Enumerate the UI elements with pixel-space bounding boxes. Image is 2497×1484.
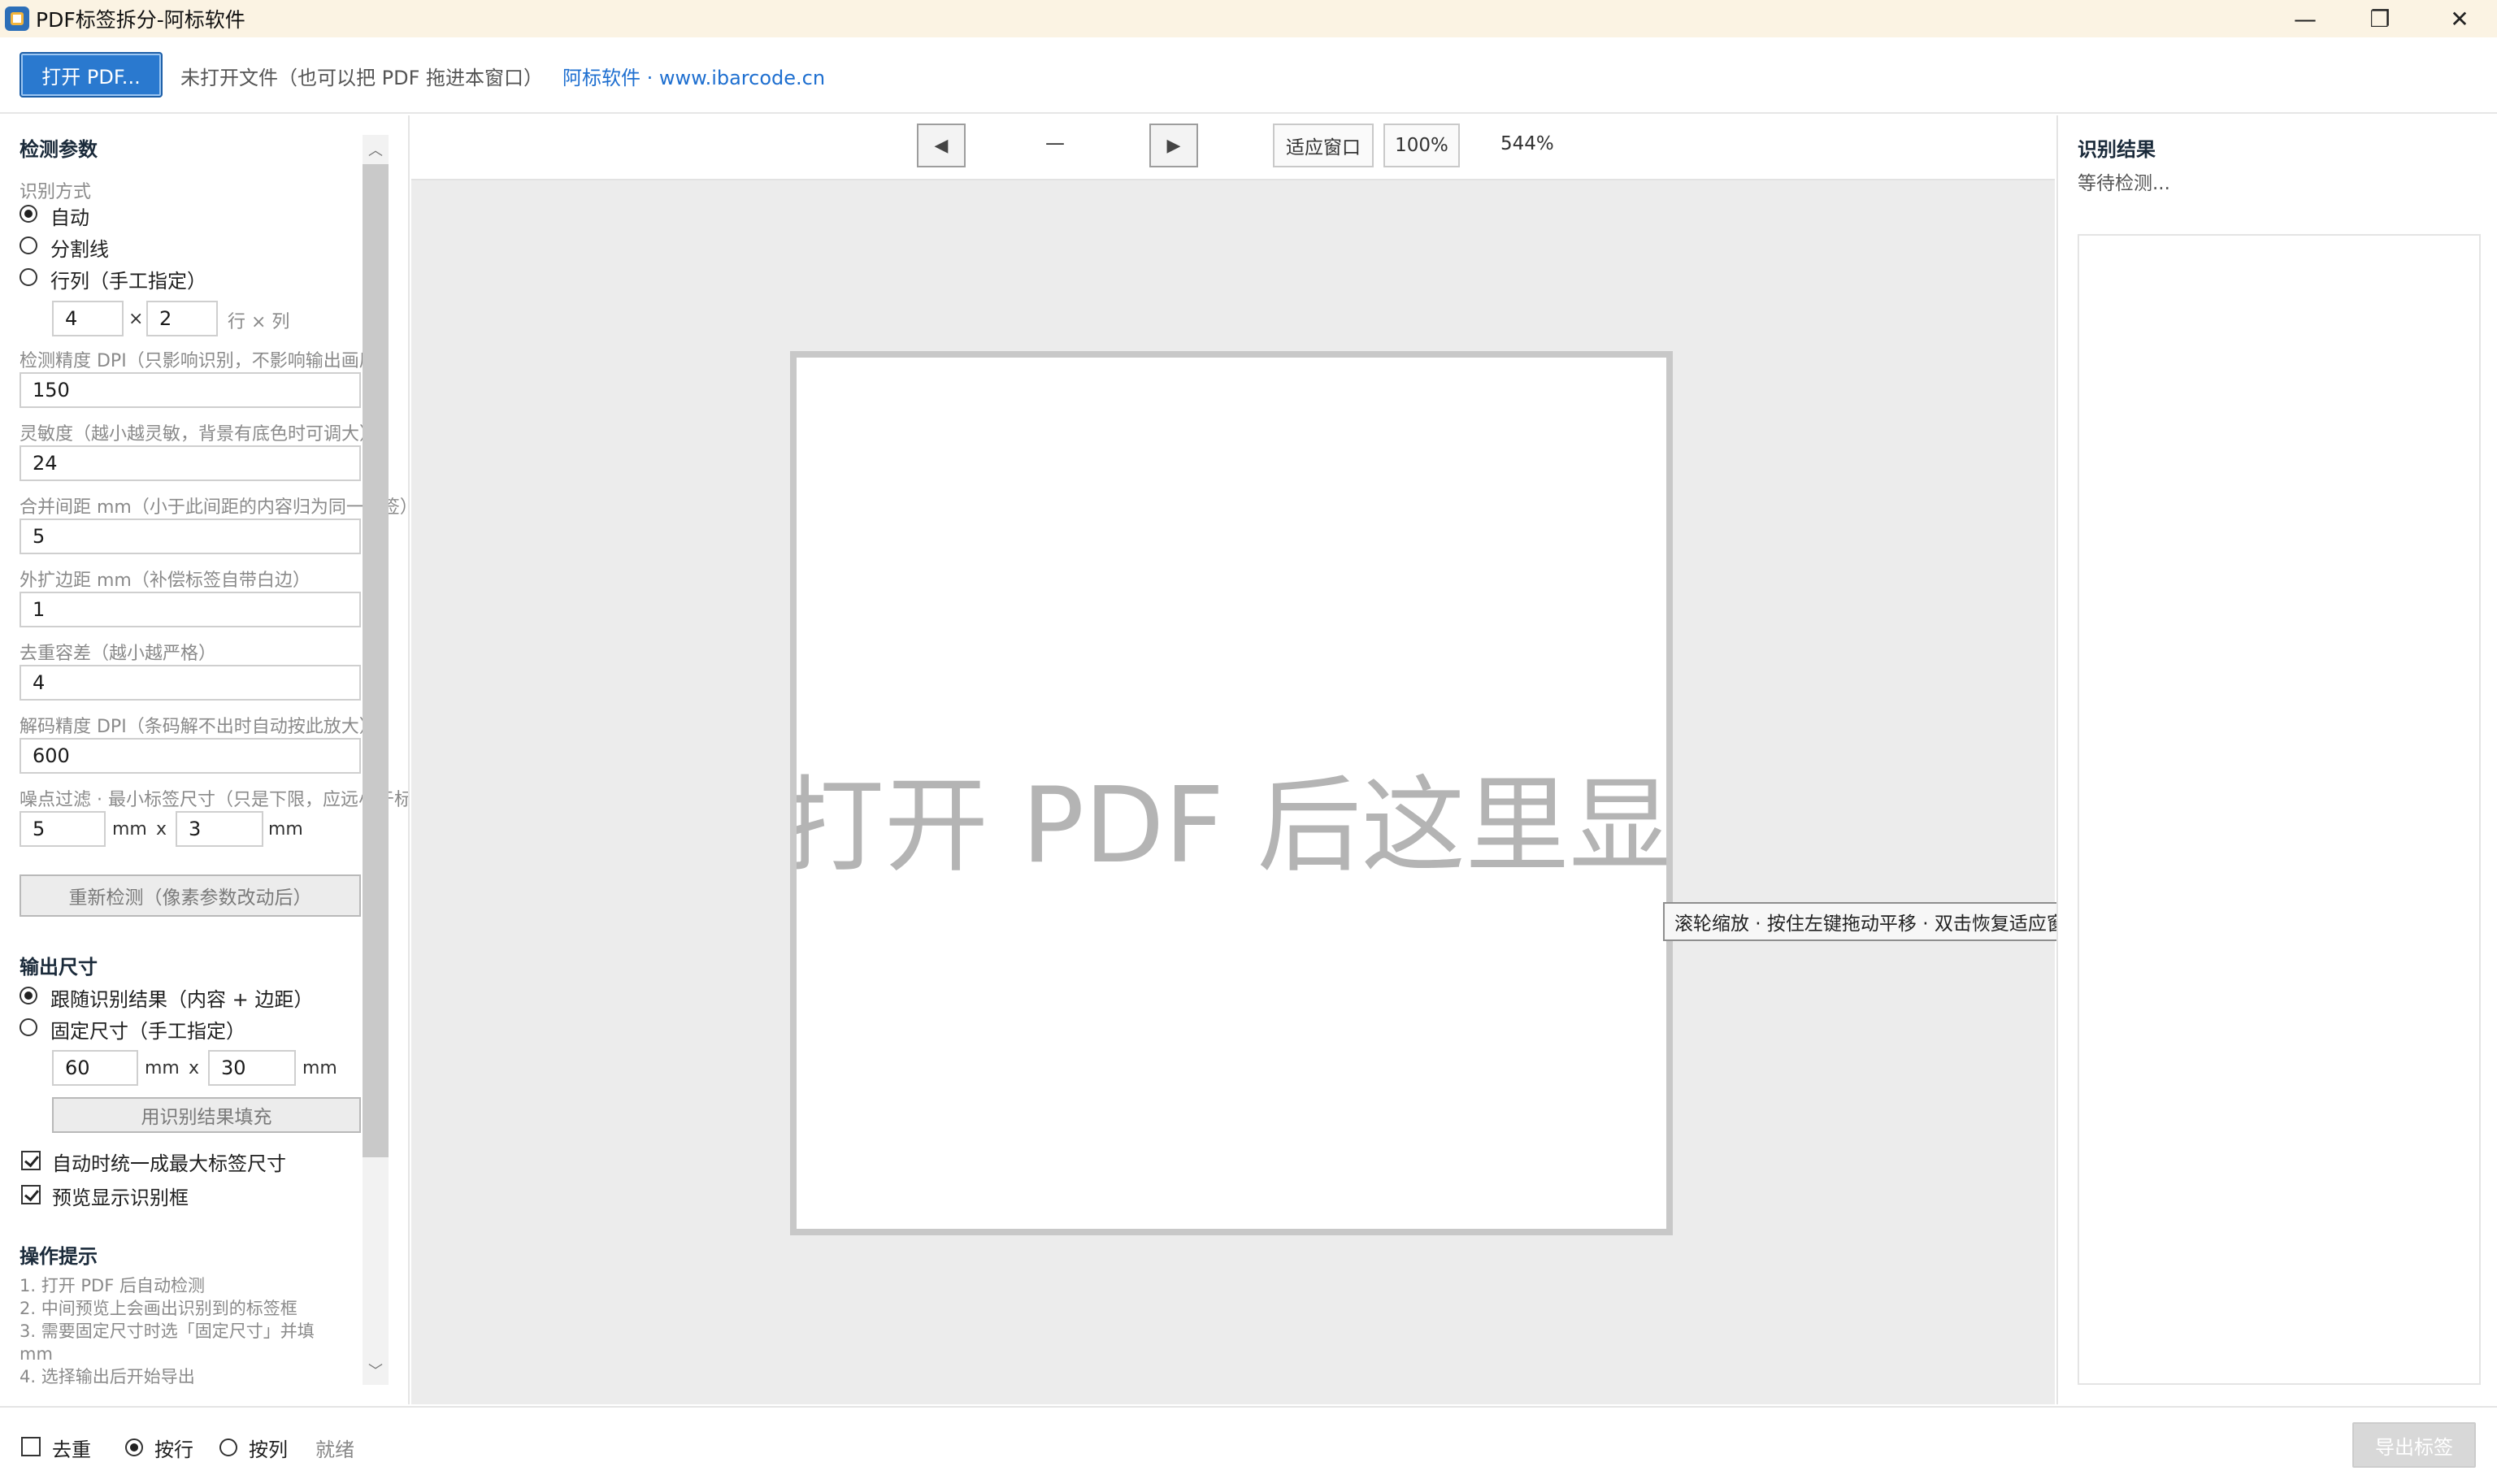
radio-label: 按行 [154,1438,193,1461]
parameters-panel: 检测参数 识别方式 自动 分割线 行列（手工指定） 4 × 2 行 × 列 检测… [0,115,410,1404]
radio-label: 跟随识别结果（内容 + 边距） [50,988,314,1011]
prev-page-button[interactable]: ◀ [917,124,966,167]
dedup-tolerance-input[interactable]: 4 [20,665,361,701]
left-scrollbar[interactable]: ︿ ﹀ [363,135,389,1385]
unit-mm: mm [145,1058,180,1078]
decode-label: 解码精度 DPI（条码解不出时自动按此放大） [20,717,377,737]
title-bar: PDF标签拆分-阿标软件 — ❐ ✕ [0,0,2497,37]
scroll-thumb[interactable] [363,164,389,1157]
preview-area[interactable]: ◀ — ▶ 适应窗口 100% 544% 打开 PDF 后这里显示预览 滚轮缩放… [411,115,2095,1404]
radio-output-fixed[interactable] [20,1018,37,1036]
results-status: 等待检测... [2078,173,2170,194]
radio-mode-divider[interactable] [20,236,37,254]
dpi-label: 检测精度 DPI（只影响识别，不影响输出画质） [20,351,395,371]
unit-mm: mm [268,819,303,840]
preview-tooltip: 滚轮缩放 · 按住左键拖动平移 · 双击恢复适应窗口 [1663,902,2095,941]
unit-mm: mm [112,819,147,840]
rows-input[interactable]: 4 [52,301,124,336]
sensitivity-input[interactable]: 24 [20,445,361,481]
preview-boxes-label: 预览显示识别框 [52,1187,189,1209]
hint-line: mm [20,1344,53,1364]
mode-label: 识别方式 [20,182,92,202]
output-section-title: 输出尺寸 [20,956,98,978]
open-pdf-button[interactable]: 打开 PDF... [20,52,163,98]
minimize-button[interactable]: — [2268,0,2343,37]
results-title: 识别结果 [2078,138,2156,161]
app-logo-icon [5,7,29,31]
times-sign: × [128,309,144,329]
output-width-input[interactable]: 60 [52,1050,138,1086]
hint-line: 1. 打开 PDF 后自动检测 [20,1276,205,1295]
expand-label: 外扩边距 mm（补偿标签自带白边） [20,571,310,591]
noise-label: 噪点过滤 · 最小标签尺寸（只是下限，应远小于标签） [20,790,410,810]
detect-dpi-input[interactable]: 150 [20,372,361,408]
output-height-input[interactable]: 30 [208,1050,296,1086]
merge-gap-input[interactable]: 5 [20,519,361,554]
results-panel: 识别结果 等待检测... [2056,115,2497,1404]
preview-page[interactable]: 打开 PDF 后这里显示预览 [790,351,1673,1235]
radio-order-column[interactable] [219,1438,237,1456]
hints-section-title: 操作提示 [20,1245,98,1268]
radio-label: 自动 [50,206,89,229]
fit-window-button[interactable]: 适应窗口 [1273,124,1374,167]
radio-mode-grid[interactable] [20,268,37,286]
min-width-input[interactable]: 5 [20,811,106,847]
export-labels-button[interactable]: 导出标签 [2352,1422,2476,1468]
preview-nav-bar: ◀ — ▶ 适应窗口 100% 544% [411,115,2055,180]
file-status: 未打开文件（也可以把 PDF 拖进本窗口） [180,67,544,89]
sensitivity-label: 灵敏度（越小越灵敏，背景有底色时可调大） [20,424,378,445]
toolbar: 打开 PDF... 未打开文件（也可以把 PDF 拖进本窗口） 阿标软件 · w… [0,37,2497,114]
x-separator: x [156,819,167,840]
scroll-up-icon[interactable]: ︿ [363,135,389,164]
zoom-100-button[interactable]: 100% [1383,124,1460,167]
website-link[interactable]: 阿标软件 · www.ibarcode.cn [562,62,825,90]
radio-output-follow[interactable] [20,987,37,1005]
fill-from-result-button[interactable]: 用识别结果填充 [52,1097,361,1133]
radio-label: 按列 [249,1438,288,1461]
radio-mode-auto[interactable] [20,205,37,223]
preview-placeholder: 打开 PDF 后这里显示预览 [790,766,1673,887]
hint-line: 4. 选择输出后开始导出 [20,1367,195,1386]
dedup-label: 去重容差（越小越严格） [20,644,217,664]
decode-dpi-input[interactable]: 600 [20,738,361,774]
min-height-input[interactable]: 3 [176,811,263,847]
window-title: PDF标签拆分-阿标软件 [36,8,245,32]
detect-section-title: 检测参数 [20,138,98,161]
expand-margin-input[interactable]: 1 [20,592,361,627]
preview-boxes-checkbox[interactable] [21,1185,41,1204]
hint-line: 2. 中间预览上会画出识别到的标签框 [20,1299,297,1318]
scroll-down-icon[interactable]: ﹀ [363,1356,389,1385]
unit-mm: mm [302,1058,337,1078]
x-separator: x [189,1058,200,1078]
radio-label: 分割线 [50,238,109,261]
dedup-checkbox-label: 去重 [52,1438,91,1461]
redetect-button[interactable]: 重新检测（像素参数改动后） [20,874,361,917]
zoom-level: 544% [1500,133,1554,154]
cols-input[interactable]: 2 [146,301,218,336]
next-page-button[interactable]: ▶ [1149,124,1198,167]
maximize-button[interactable]: ❐ [2343,0,2417,37]
merge-label: 合并间距 mm（小于此间距的内容归为同一标签） [20,497,410,518]
status-bar: 去重 按行 按列 就绪 导出标签 [0,1406,2497,1484]
hint-line: 3. 需要固定尺寸时选「固定尺寸」并填 [20,1321,315,1341]
results-list[interactable] [2078,234,2481,1385]
radio-label: 固定尺寸（手工指定） [50,1020,245,1043]
unify-size-label: 自动时统一成最大标签尺寸 [52,1152,286,1175]
status-text: 就绪 [315,1438,354,1461]
radio-label: 行列（手工指定） [50,270,206,293]
radio-order-row[interactable] [125,1438,143,1456]
page-indicator: — [1045,132,1065,154]
close-button[interactable]: ✕ [2422,0,2497,37]
unify-size-checkbox[interactable] [21,1151,41,1170]
rows-cols-suffix: 行 × 列 [228,312,290,332]
dedup-checkbox[interactable] [21,1437,41,1456]
